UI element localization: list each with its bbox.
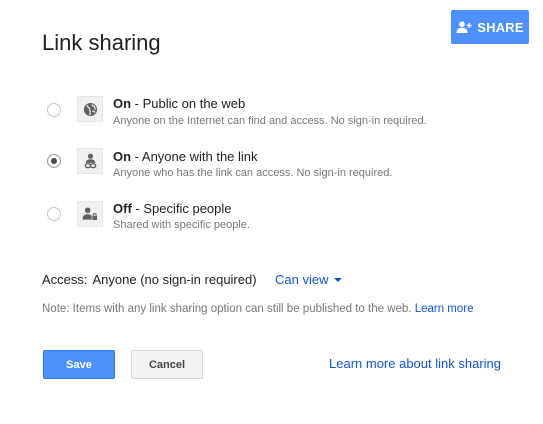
- access-row: Access: Anyone (no sign-in required): [42, 272, 257, 287]
- person-add-icon: [456, 21, 472, 33]
- globe-icon: [77, 96, 103, 122]
- option-title: Off - Specific people: [113, 201, 232, 216]
- option-title: On - Public on the web: [113, 96, 246, 111]
- cancel-button[interactable]: Cancel: [131, 350, 203, 379]
- dialog-title: Link sharing: [42, 30, 161, 55]
- option-state: On: [113, 96, 132, 111]
- option-anyone-with-link[interactable]: On - Anyone with the link Anyone who has…: [0, 146, 543, 188]
- caret-down-icon: [334, 277, 343, 282]
- permission-dropdown-label: Can view: [275, 272, 329, 287]
- option-label: Specific people: [143, 201, 232, 216]
- note: Note: Items with any link sharing option…: [42, 303, 474, 315]
- learn-more-link-sharing[interactable]: Learn more about link sharing: [329, 356, 501, 371]
- option-title: On - Anyone with the link: [113, 149, 258, 164]
- option-specific-people[interactable]: Off - Specific people Shared with specif…: [0, 198, 543, 240]
- radio-public-on-web[interactable]: [47, 103, 61, 117]
- access-label: Access:: [42, 272, 88, 287]
- option-state: On: [113, 149, 132, 164]
- note-learn-more-link[interactable]: Learn more: [415, 303, 474, 315]
- option-description: Anyone who has the link can access. No s…: [113, 167, 393, 179]
- permission-dropdown[interactable]: Can view: [275, 272, 343, 287]
- option-state: Off: [113, 201, 132, 216]
- option-description: Shared with specific people.: [113, 219, 250, 231]
- person-lock-icon: [77, 201, 103, 227]
- save-button[interactable]: Save: [43, 350, 115, 379]
- share-button[interactable]: SHARE: [451, 10, 529, 44]
- option-label: Public on the web: [142, 96, 246, 111]
- share-button-label: SHARE: [477, 19, 524, 35]
- option-public-on-web[interactable]: On - Public on the web Anyone on the Int…: [0, 94, 543, 136]
- person-link-icon: [77, 148, 103, 174]
- access-value: Anyone (no sign-in required): [92, 272, 257, 287]
- option-description: Anyone on the Internet can find and acce…: [113, 115, 427, 127]
- option-label: Anyone with the link: [141, 149, 258, 164]
- radio-specific-people[interactable]: [47, 207, 61, 221]
- note-text: Note: Items with any link sharing option…: [42, 303, 412, 315]
- radio-anyone-with-link[interactable]: [47, 154, 61, 168]
